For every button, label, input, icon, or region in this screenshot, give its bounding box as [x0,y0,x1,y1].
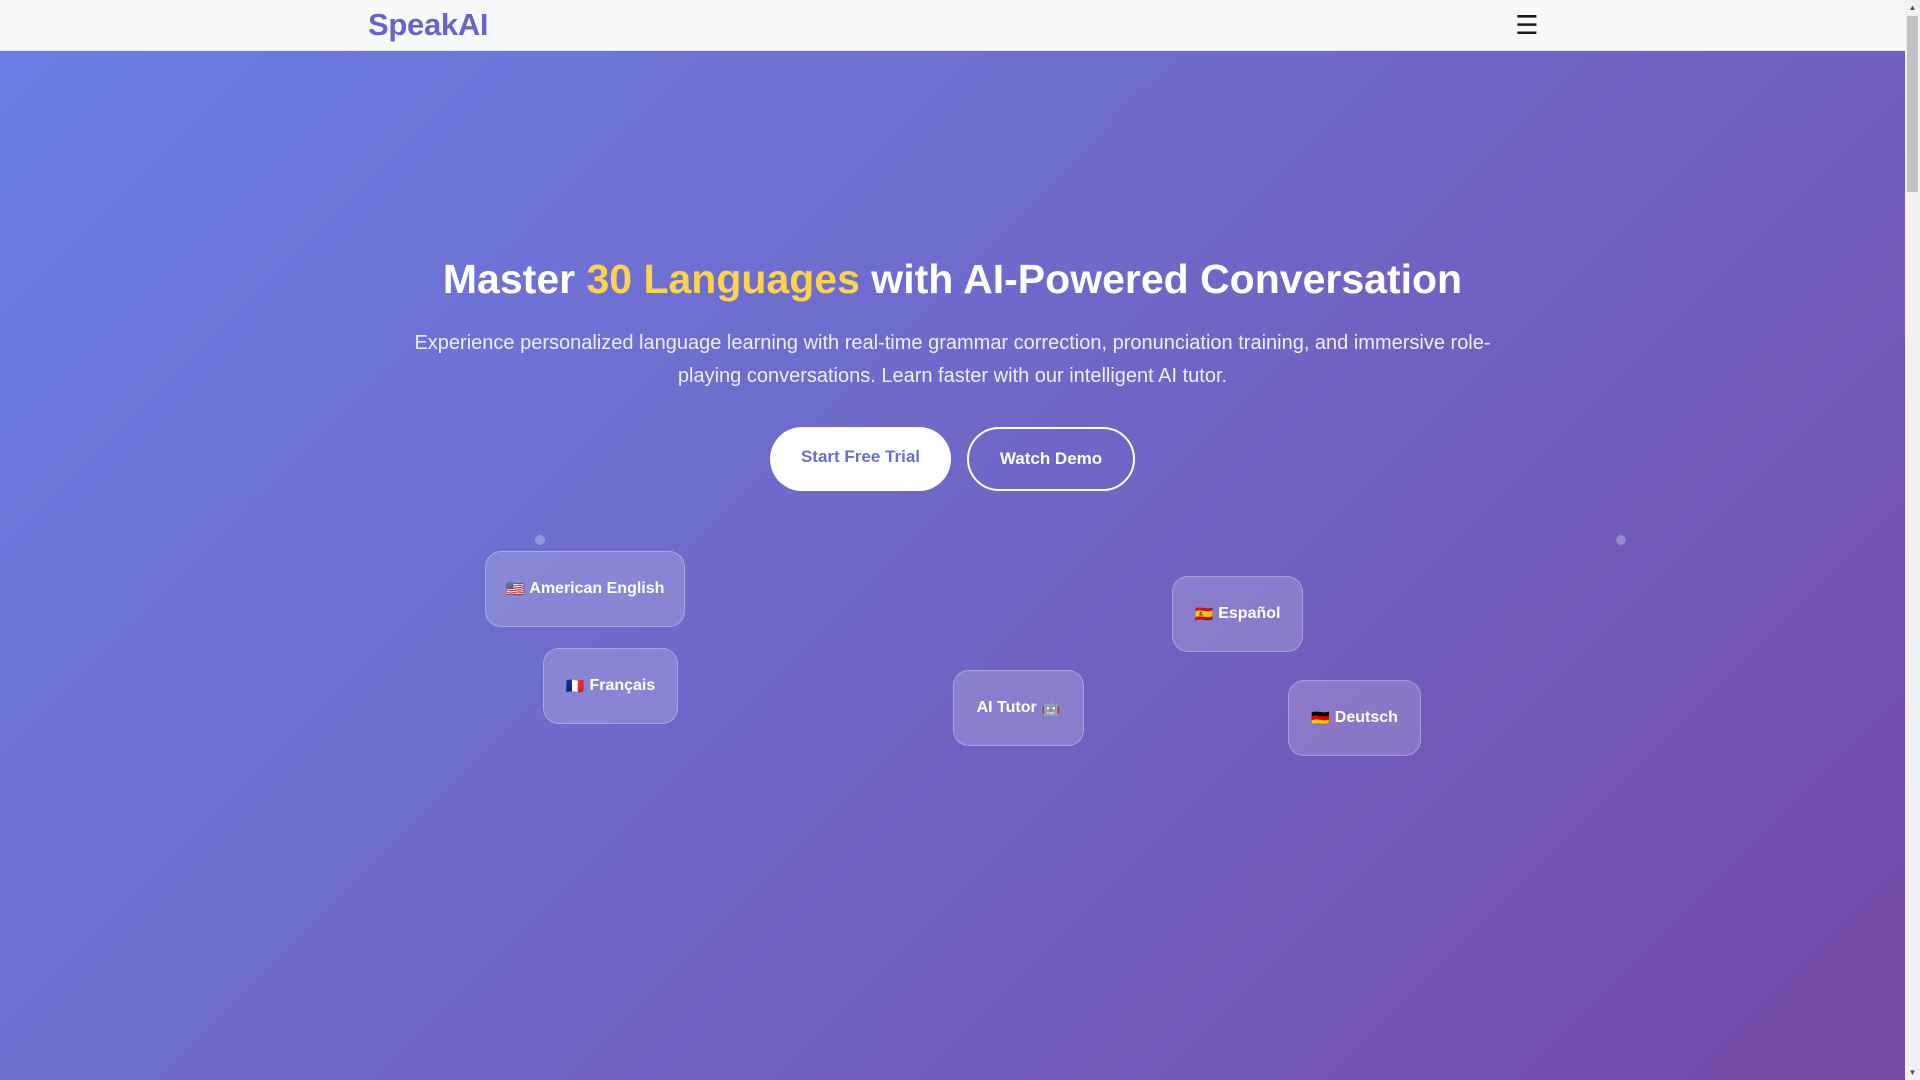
hero-section: Master 30 Languages with AI-Powered Conv… [0,51,1905,1080]
spanish-flag-icon: 🇪🇸 [1194,606,1214,623]
chip-francais: 🇫🇷 Français [543,648,678,724]
chip-american-english: 🇺🇸 American English [485,551,685,627]
page: SpeakAI ☰ Master 30 Languages with AI-Po… [0,0,1905,1080]
chip-label: AI Tutor [976,699,1037,716]
robot-icon: 🤖 [1041,700,1061,717]
chip-deutsch: 🇩🇪 Deutsch [1288,680,1421,756]
navbar: SpeakAI ☰ [0,0,1905,51]
chip-label: Deutsch [1334,709,1398,726]
hero-title: Master 30 Languages with AI-Powered Conv… [0,251,1905,307]
chip-ai-tutor: AI Tutor 🤖 [953,670,1084,746]
decorative-dot-right [1616,535,1626,545]
hero-subtitle: Experience personalized language learnin… [414,332,1491,387]
chip-label: American English [529,580,665,597]
chip-label: Français [589,677,656,694]
scroll-down-icon[interactable]: ▼ [1905,1065,1920,1080]
german-flag-icon: 🇩🇪 [1311,710,1330,727]
decorative-dot-left [535,535,545,545]
start-free-trial-button[interactable]: Start Free Trial [770,427,951,491]
hamburger-menu-icon[interactable]: ☰ [1514,10,1540,40]
french-flag-icon: 🇫🇷 [565,678,585,695]
chip-label: Español [1218,605,1281,622]
logo[interactable]: SpeakAI [368,7,489,43]
vertical-scrollbar[interactable]: ▲ ▼ [1905,0,1920,1080]
hero-title-accent: 30 Languages [586,256,860,302]
scroll-up-icon[interactable]: ▲ [1905,0,1920,15]
hero-title-after: with AI-Powered Conversation [859,256,1463,302]
scrollbar-thumb[interactable] [1907,16,1918,192]
us-flag-icon: 🇺🇸 [505,581,525,598]
hero-title-before: Master [442,256,587,302]
chip-espanol: 🇪🇸 Español [1172,576,1303,652]
watch-demo-button[interactable]: Watch Demo [967,427,1135,491]
